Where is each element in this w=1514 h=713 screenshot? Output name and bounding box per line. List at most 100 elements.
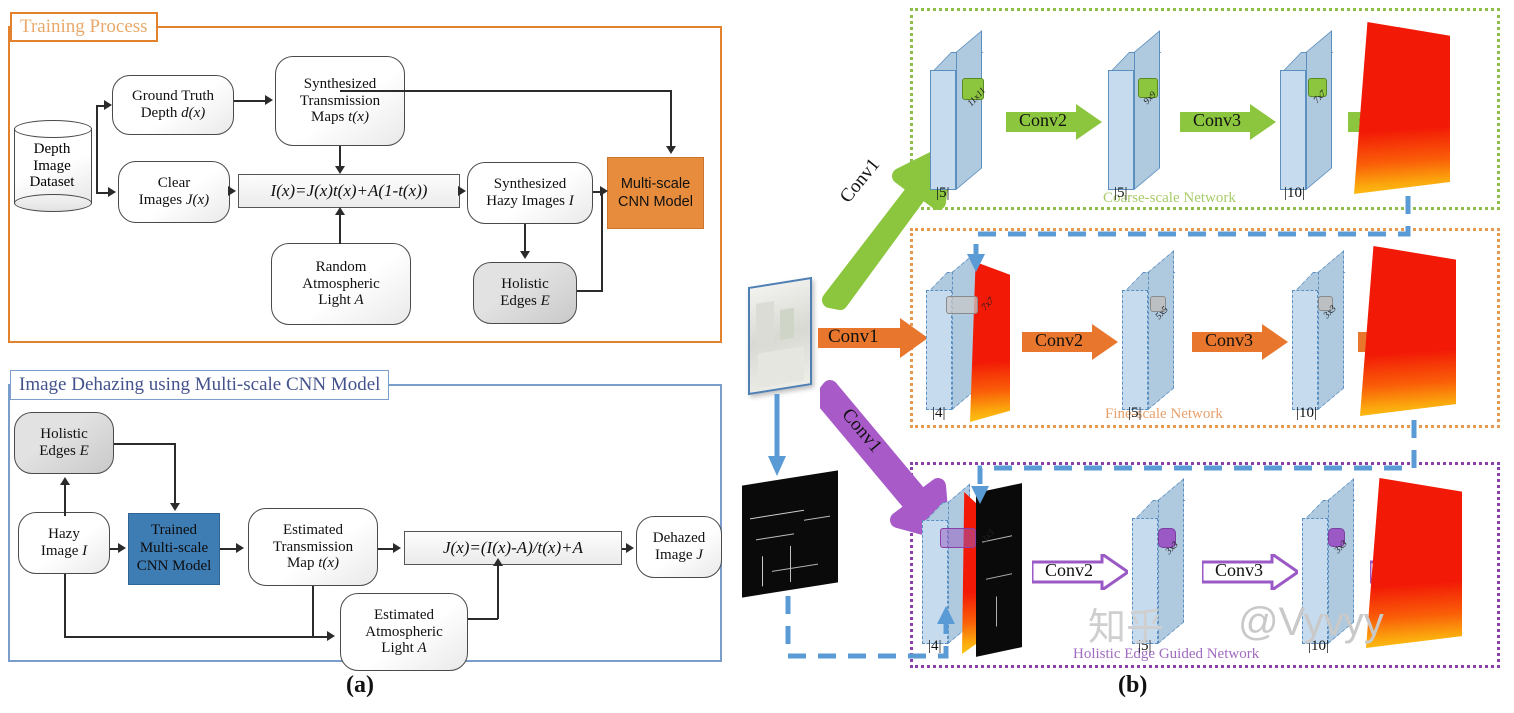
node-dehazed-image: Dehazed Image J	[636, 516, 722, 578]
node-estimated-atmospheric-light: Estimated Atmospheric Light A	[340, 593, 468, 671]
panel-b-network-architecture: Coarse-scale Network Fine-scale Network …	[740, 0, 1514, 713]
arrow-atm-to-eq	[493, 558, 503, 566]
skip-fine-to-holistic	[977, 420, 1417, 490]
clear-var: J(x)	[185, 192, 210, 208]
conn-trans-to-model	[340, 90, 672, 92]
trans-line-3: Maps t(x)	[311, 109, 369, 126]
arrow-to-atm-light	[327, 631, 335, 641]
conn-edges-right	[577, 290, 603, 292]
clear-line-1: Clear	[157, 175, 191, 192]
conn-hazy-down	[64, 574, 66, 637]
node-dehaze-holistic-edges: Holistic Edges E	[14, 412, 114, 474]
conn-dataset-split	[96, 105, 98, 193]
rand-line-1: Random	[315, 258, 367, 275]
trained-line-1: Trained	[150, 522, 198, 539]
est-atm-line-2: Atmospheric	[365, 623, 443, 640]
arrow-hazy-to-edges-2	[60, 477, 70, 485]
conn-atm-up-to-eq	[497, 565, 499, 619]
dh-hazy-line-2: Image I	[40, 543, 88, 559]
dh-hazy-var: I	[82, 543, 88, 559]
est-trans-line-2: Transmission	[272, 538, 354, 555]
arrow-trained-to-est	[236, 543, 244, 553]
conn-edges-down-2	[174, 443, 176, 503]
conn-est-down-to-atm	[312, 586, 314, 636]
conn-est-to-eq	[378, 548, 394, 550]
trained-line-2: Multi-scale	[139, 540, 209, 557]
arrow-eq-to-dehazed	[626, 543, 634, 553]
conn-hazy-to-edges-2	[64, 484, 66, 516]
est-atm-var: A	[417, 640, 427, 657]
gt-var: d(x)	[181, 105, 206, 121]
conn-merge-vertical	[601, 191, 603, 291]
rand-line-3: Light A	[318, 292, 364, 309]
rand-line-2: Atmospheric	[302, 275, 380, 292]
conn-trans-to-eq	[339, 146, 341, 168]
node-synthesized-transmission-maps: Synthesized Transmission Maps t(x)	[275, 56, 405, 146]
arrow-trans-to-eq	[335, 166, 345, 174]
est-atm-line-3: Light A	[381, 640, 427, 657]
dataset-line-3: Dataset	[29, 174, 75, 191]
watermark-handle: @Vyvyy	[1238, 600, 1384, 644]
node-trained-cnn-model: Trained Multi-scale CNN Model	[128, 513, 220, 585]
equation-dehaze: J(x)=(I(x)-A)/t(x)+A	[404, 531, 622, 565]
arrow-to-groundtruth	[104, 100, 112, 110]
node-estimated-transmission-map: Estimated Transmission Map t(x)	[248, 508, 378, 586]
conn-rand-to-eq	[339, 214, 341, 244]
panel-a-flowcharts: Training Process Depth Image Dataset Gro…	[0, 0, 740, 713]
skip-coarse-to-fine	[973, 196, 1411, 258]
conn-hazy-to-atm	[64, 636, 328, 638]
skip-edge-to-holistic	[785, 596, 949, 659]
conn-hazy-to-edges	[524, 224, 526, 252]
gt-line-1: Ground Truth	[131, 88, 215, 105]
hol-var: E	[540, 293, 550, 309]
conn-atm-right	[468, 618, 498, 620]
dh-hazy-line-1: Hazy	[48, 526, 80, 543]
trained-line-3: CNN Model	[136, 557, 212, 574]
training-process-title: Training Process	[10, 12, 158, 42]
arrow-eq-to-hazy	[458, 186, 466, 196]
arrow-est-to-eq	[393, 543, 401, 553]
dehazing-title: Image Dehazing using Multi-scale CNN Mod…	[10, 370, 390, 400]
equation-haze-model: I(x)=J(x)t(x)+A(1-t(x))	[238, 174, 460, 208]
node-random-atmospheric-light: Random Atmospheric Light A	[271, 243, 411, 325]
model-line-1: Multi-scale	[620, 175, 691, 192]
dh-hol-line-1: Holistic	[40, 426, 88, 443]
dh-hol-line-2: Edges E	[39, 443, 89, 459]
rand-var: A	[354, 292, 364, 309]
est-trans-var: t(x)	[318, 555, 340, 572]
trans-line-2: Transmission	[299, 92, 381, 109]
arrow-edges-to-model	[170, 503, 180, 511]
gt-line-2: Depth d(x)	[140, 105, 206, 121]
arrow-to-clear	[108, 187, 116, 197]
dehazed-var: J	[696, 547, 703, 563]
hazy-line-2: Hazy Images I	[486, 193, 574, 209]
subfigure-label-a: (a)	[346, 672, 374, 698]
node-hazy-image: Hazy Image I	[18, 512, 110, 574]
trans-var: t(x)	[348, 109, 369, 126]
hazy-var: I	[568, 193, 574, 209]
skip-edge-to-holistic-arrowhead	[937, 606, 955, 624]
dataset-label: Depth Image Dataset	[14, 120, 90, 212]
subfigure-label-b: (b)	[1118, 672, 1148, 698]
arrow-rand-to-eq	[335, 207, 345, 215]
hol-line-1: Holistic	[501, 276, 549, 293]
node-holistic-edges: Holistic Edges E	[473, 262, 577, 324]
dh-hol-var: E	[79, 443, 89, 459]
arrow-hazy-to-trained	[118, 543, 126, 553]
conn-edges-right-2	[114, 443, 176, 445]
arrow-hazy-to-edges	[520, 251, 530, 259]
node-synthesized-hazy-images: Synthesized Hazy Images I	[467, 162, 593, 224]
hol-line-2: Edges E	[500, 293, 550, 309]
est-trans-line-1: Estimated	[283, 521, 343, 538]
arrow-clear-to-eq	[228, 186, 236, 196]
conn-gt-to-trans	[234, 100, 266, 102]
arrow-trans-to-model	[666, 146, 676, 154]
node-ground-truth-depth: Ground Truth Depth d(x)	[112, 75, 234, 135]
skip-fine-to-holistic-arrowhead	[971, 486, 989, 504]
dehazed-line-1: Dehazed	[652, 530, 706, 547]
dataset-line-1: Depth	[33, 140, 71, 157]
skip-coarse-to-fine-arrowhead	[967, 254, 985, 272]
arrow-into-model	[600, 186, 608, 196]
model-line-2: CNN Model	[618, 194, 693, 210]
watermark-cn: 知乎	[1088, 607, 1165, 649]
